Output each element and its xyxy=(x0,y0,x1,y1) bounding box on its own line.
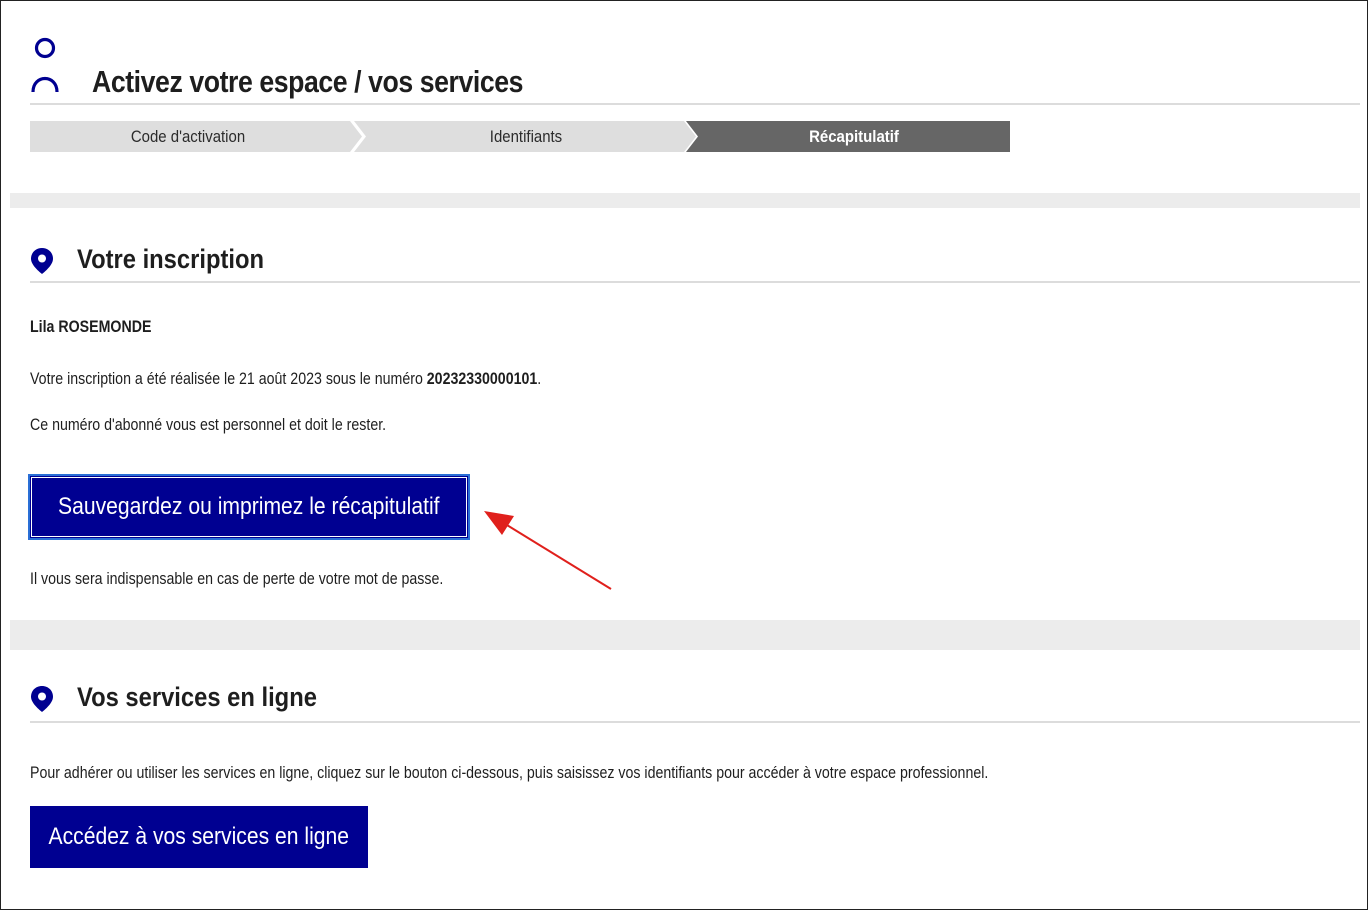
user-name: Lila ROSEMONDE xyxy=(30,318,152,336)
section-divider xyxy=(30,281,1360,283)
confirmation-text: Votre inscription a été réalisée le 21 a… xyxy=(30,370,427,388)
personal-number-notice: Ce numéro d'abonné vous est personnel et… xyxy=(30,416,387,434)
map-pin-icon xyxy=(31,686,53,712)
step-recapitulatif: Récapitulatif xyxy=(686,121,1010,152)
services-description: Pour adhérer ou utiliser les services en… xyxy=(30,764,989,782)
step-label: Identifiants xyxy=(489,127,563,146)
save-print-summary-button[interactable]: Sauvegardez ou imprimez le récapitulatif xyxy=(28,474,470,540)
section-separator xyxy=(10,193,1360,208)
subscriber-number: 20232330000101 xyxy=(426,370,538,388)
button-label: Sauvegardez ou imprimez le récapitulatif xyxy=(58,493,440,520)
confirmation-suffix: . xyxy=(537,370,542,388)
section-header-services: Vos services en ligne xyxy=(30,680,1360,720)
section-divider xyxy=(30,721,1360,723)
access-online-services-button[interactable]: Accédez à vos services en ligne xyxy=(30,806,368,868)
step-code-activation: Code d'activation xyxy=(30,121,370,152)
section-title: Vos services en ligne xyxy=(77,682,317,712)
step-label: Code d'activation xyxy=(130,127,246,146)
progress-stepper: Code d'activation Identifiants Récapitul… xyxy=(30,121,1010,152)
step-identifiants: Identifiants xyxy=(354,121,702,152)
map-pin-icon xyxy=(31,248,53,274)
button-label: Accédez à vos services en ligne xyxy=(48,823,350,850)
section-title: Votre inscription xyxy=(77,244,265,274)
section-header-inscription: Votre inscription xyxy=(30,242,1360,282)
user-icon xyxy=(31,37,59,93)
section-separator xyxy=(10,620,1360,650)
page-title: Activez votre espace / vos services xyxy=(92,64,524,99)
step-label: Récapitulatif xyxy=(809,127,899,146)
title-divider xyxy=(30,103,1360,105)
password-loss-note: Il vous sera indispensable en cas de per… xyxy=(30,570,444,588)
inscription-confirmation: Votre inscription a été réalisée le 21 a… xyxy=(30,370,541,389)
red-arrow-icon xyxy=(484,511,612,590)
